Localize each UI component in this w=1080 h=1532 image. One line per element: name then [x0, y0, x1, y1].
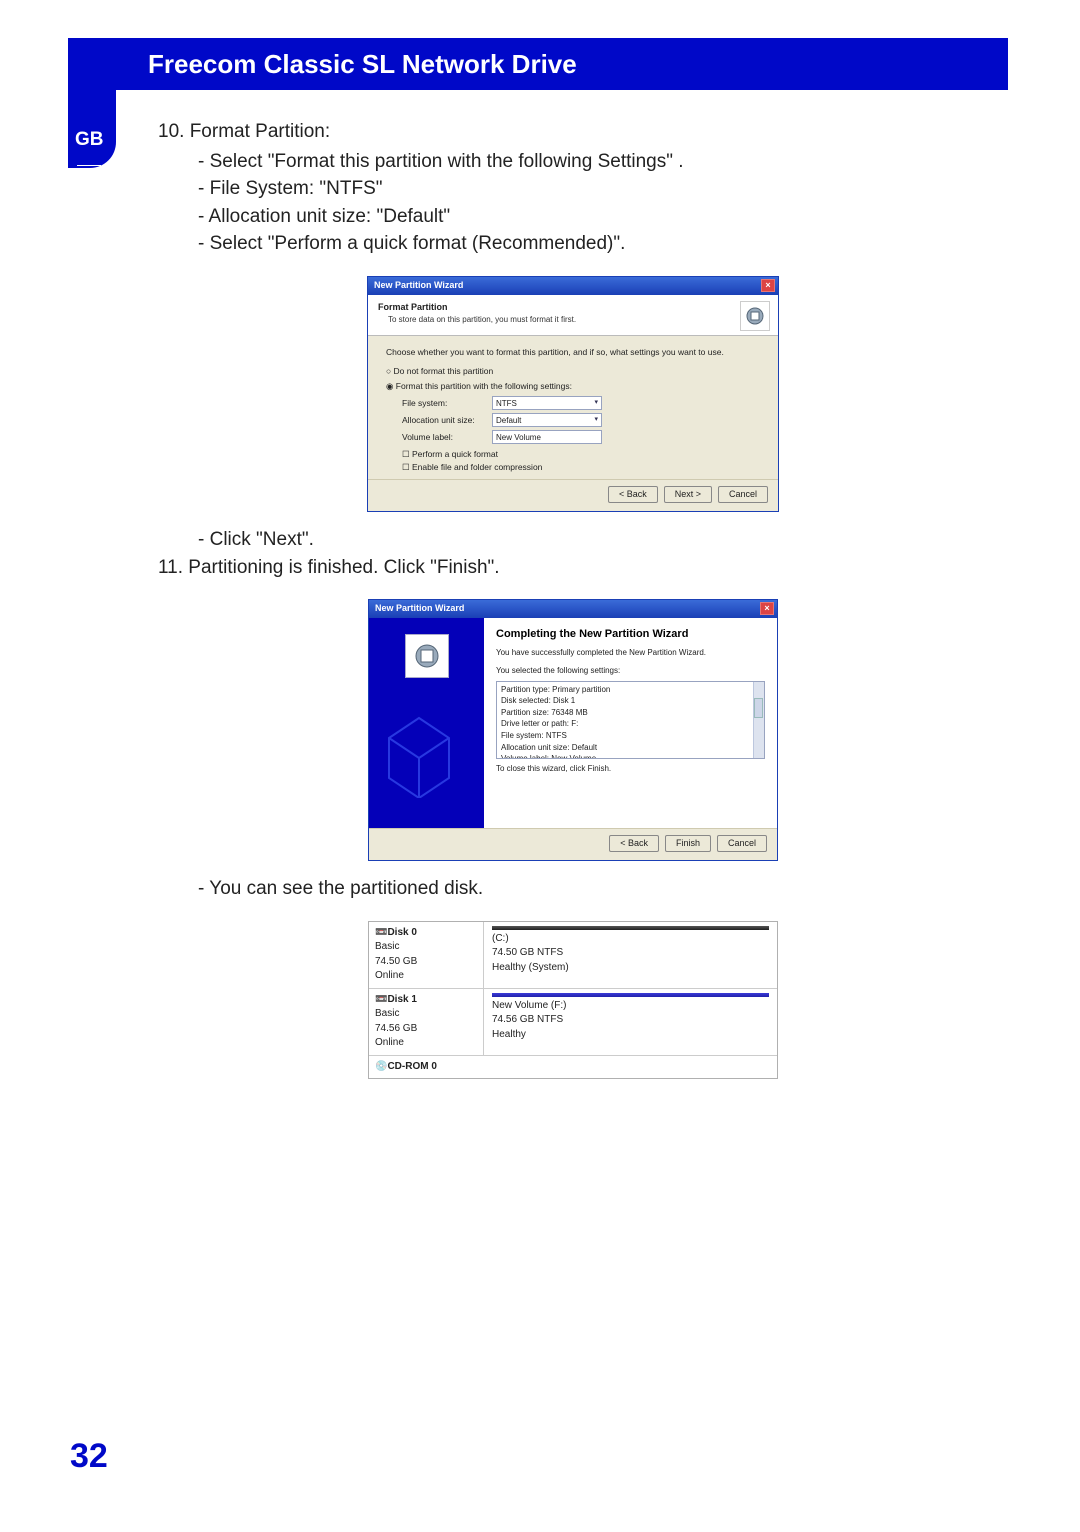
close-icon[interactable]: × — [760, 602, 774, 615]
step-10-bullet-2: - File System: "NTFS" — [158, 175, 988, 203]
step-10-title: 10. Format Partition: — [158, 118, 988, 146]
radio-format[interactable]: Format this partition with the following… — [386, 380, 760, 392]
step-11-bullet-1: - You can see the partitioned disk. — [158, 875, 988, 903]
filesystem-select[interactable]: NTFS▾ — [492, 396, 602, 410]
wizard-icon — [405, 634, 449, 678]
step-10-bullet-4: - Select "Perform a quick format (Recomm… — [158, 230, 988, 258]
wizard-heading: Completing the New Partition Wizard — [496, 628, 765, 641]
wizard-side-banner — [369, 618, 484, 828]
step-10-bullet-1: - Select "Format this partition with the… — [158, 148, 988, 176]
disk1-info: 📼Disk 1 Basic 74.56 GB Online — [369, 989, 484, 1055]
alloc-label: Allocation unit size: — [402, 414, 492, 426]
volume-input[interactable]: New Volume — [492, 430, 602, 444]
chapter-label: GB 9 — [75, 128, 104, 192]
banner-title: Format Partition — [378, 301, 768, 314]
wizard-sub2: You selected the following settings: — [496, 665, 765, 677]
checkbox-quick-format[interactable]: Perform a quick format — [402, 448, 760, 460]
dialog-titlebar: New Partition Wizard × — [369, 600, 777, 618]
back-button[interactable]: < Back — [609, 835, 659, 852]
step-10-bullet-5: - Click "Next". — [158, 526, 988, 554]
doc-header: Freecom Classic SL Network Drive — [68, 38, 1008, 90]
doc-title: Freecom Classic SL Network Drive — [148, 49, 577, 80]
radio-no-format[interactable]: Do not format this partition — [386, 365, 760, 377]
disk-management-view: 📼Disk 0 Basic 74.50 GB Online (C:) 74.50… — [368, 921, 778, 1080]
dialog-title-text: New Partition Wizard — [374, 279, 463, 292]
dialog-format-partition: New Partition Wizard × Format Partition … — [367, 276, 779, 512]
summary-listbox[interactable]: Partition type: Primary partition Disk s… — [496, 681, 765, 759]
page-number: 32 — [70, 1437, 108, 1476]
cancel-button[interactable]: Cancel — [717, 835, 767, 852]
disk0-info: 📼Disk 0 Basic 74.50 GB Online — [369, 922, 484, 988]
wizard-icon — [740, 301, 770, 331]
checkbox-compression[interactable]: Enable file and folder compression — [402, 461, 760, 473]
disk0-volume[interactable]: (C:) 74.50 GB NTFS Healthy (System) — [484, 922, 777, 988]
finish-button[interactable]: Finish — [665, 835, 711, 852]
dialog-finish-wizard: New Partition Wizard × Completing the Ne… — [368, 599, 778, 861]
wizard-sub1: You have successfully completed the New … — [496, 647, 765, 659]
dialog-title-text: New Partition Wizard — [375, 602, 464, 615]
chevron-down-icon: ▾ — [594, 415, 598, 425]
doc-content: 10. Format Partition: - Select "Format t… — [68, 90, 1008, 1079]
cancel-button[interactable]: Cancel — [718, 486, 768, 503]
alloc-select[interactable]: Default▾ — [492, 413, 602, 427]
dialog-intro: Choose whether you want to format this p… — [386, 346, 760, 358]
dialog-titlebar: New Partition Wizard × — [368, 277, 778, 295]
wizard-closing: To close this wizard, click Finish. — [496, 763, 765, 775]
step-11-title: 11. Partitioning is finished. Click "Fin… — [158, 554, 988, 582]
filesystem-label: File system: — [402, 397, 492, 409]
scrollbar[interactable] — [753, 682, 764, 758]
close-icon[interactable]: × — [761, 279, 775, 292]
chevron-down-icon: ▾ — [594, 398, 598, 408]
back-button[interactable]: < Back — [608, 486, 658, 503]
cdrom-info: 💿CD-ROM 0 — [369, 1056, 777, 1079]
volume-label: Volume label: — [402, 431, 492, 443]
scrollbar-thumb[interactable] — [754, 698, 763, 718]
banner-subtitle: To store data on this partition, you mus… — [378, 314, 768, 326]
next-button[interactable]: Next > — [664, 486, 712, 503]
disk1-volume[interactable]: New Volume (F:) 74.56 GB NTFS Healthy — [484, 989, 777, 1055]
step-10-bullet-3: - Allocation unit size: "Default" — [158, 203, 988, 231]
